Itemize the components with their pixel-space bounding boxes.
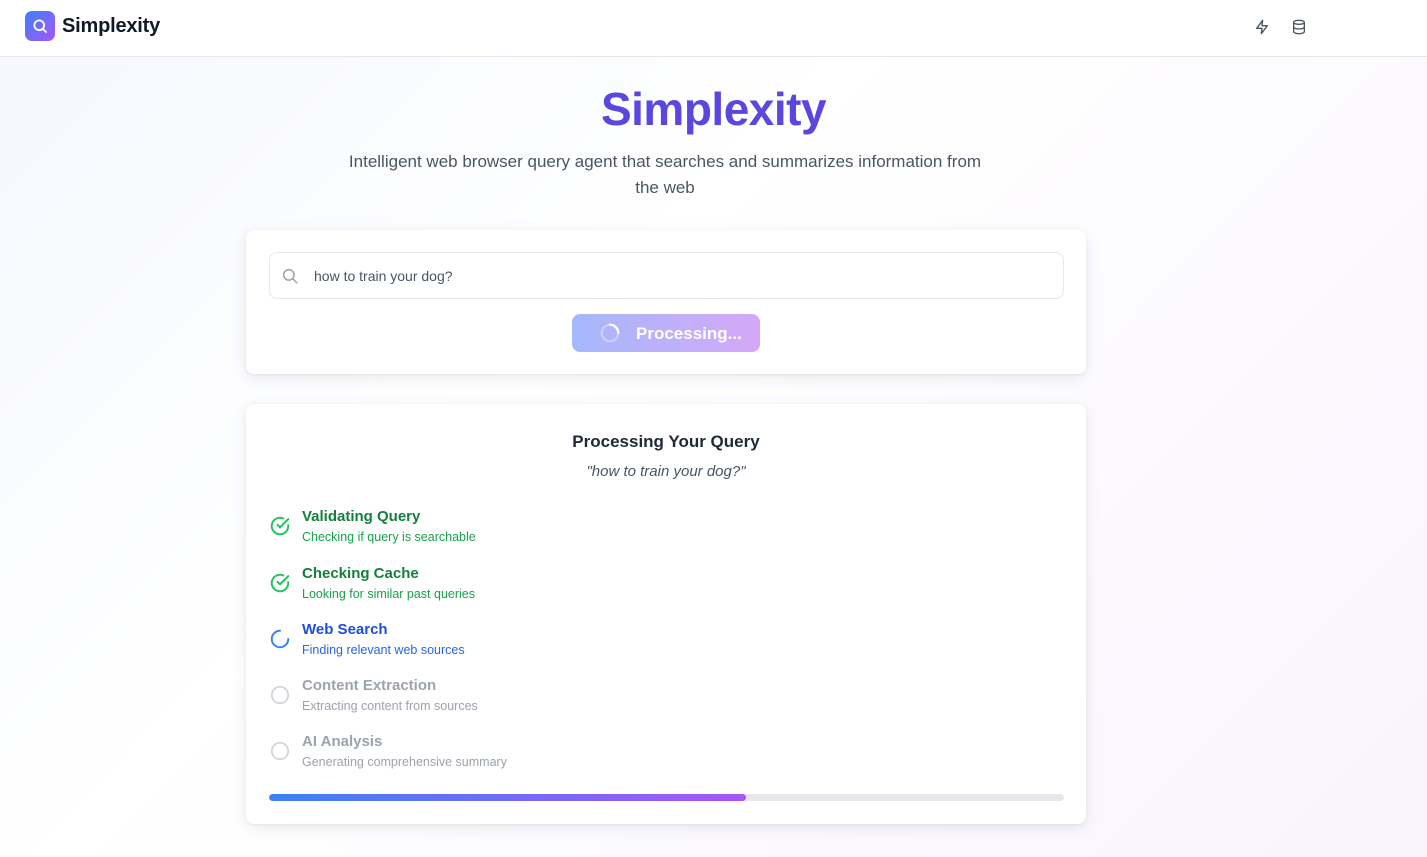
search-box: [269, 252, 1064, 299]
check-circle-icon: [269, 515, 291, 537]
loading-spinner-icon: [599, 322, 621, 347]
search-input[interactable]: [314, 253, 1054, 298]
step-title: AI Analysis: [302, 733, 383, 750]
top-navbar: Simplexity: [0, 0, 1427, 57]
hero-subtitle: Intelligent web browser query agent that…: [348, 152, 982, 197]
step-web-search: Web Search Finding relevant web sources: [269, 621, 869, 665]
step-content-extraction: Content Extraction Extracting content fr…: [269, 677, 869, 721]
empty-circle-icon: [269, 684, 291, 706]
progress-title: Processing Your Query: [572, 432, 760, 451]
loading-spinner-icon: [269, 628, 291, 650]
step-validating-query: Validating Query Checking if query is se…: [269, 508, 869, 552]
step-title: Content Extraction: [302, 677, 437, 694]
step-title: Checking Cache: [302, 565, 419, 582]
progress-card: Processing Your Query "how to train your…: [246, 404, 1086, 824]
progress-bar-fill: [269, 794, 746, 801]
hero-title: Simplexity: [600, 83, 827, 135]
check-circle-icon: [269, 572, 291, 594]
step-checking-cache: Checking Cache Looking for similar past …: [269, 565, 869, 609]
step-description: Generating comprehensive summary: [302, 755, 507, 769]
progress-query: "how to train your dog?": [586, 463, 746, 480]
logo-search-icon[interactable]: [25, 11, 55, 41]
brand-name[interactable]: Simplexity: [62, 15, 160, 38]
step-description: Looking for similar past queries: [302, 587, 475, 601]
step-description: Checking if query is searchable: [302, 530, 476, 544]
step-title: Validating Query: [302, 508, 421, 525]
processing-button-label: Processing...: [636, 324, 742, 343]
zap-icon[interactable]: [1251, 16, 1273, 38]
search-card: Processing...: [246, 230, 1086, 374]
empty-circle-icon: [269, 740, 291, 762]
step-title: Web Search: [302, 621, 388, 638]
step-description: Finding relevant web sources: [302, 643, 465, 657]
step-ai-analysis: AI Analysis Generating comprehensive sum…: [269, 733, 869, 777]
progress-bar: [269, 794, 1064, 801]
database-icon[interactable]: [1288, 16, 1310, 38]
search-icon: [281, 267, 299, 290]
step-description: Extracting content from sources: [302, 699, 478, 713]
processing-button[interactable]: Processing...: [572, 314, 760, 352]
